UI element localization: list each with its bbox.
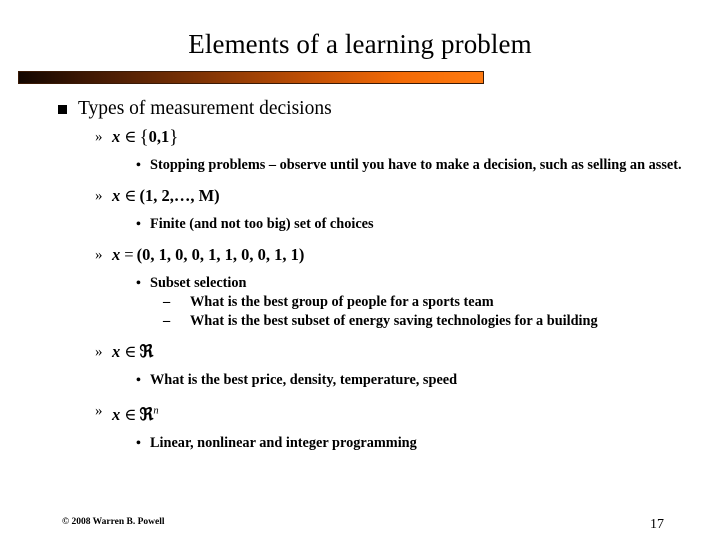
bullet-level2-item-4: » x ∈ ℜn [0, 399, 720, 428]
bullet-level3-label-1-0: Finite (and not too big) set of choices [150, 216, 374, 232]
bullet-level3-item-2-0: • Subset selection [0, 274, 720, 293]
chevron-bullet-icon: » [95, 403, 103, 419]
bullet-level3-label-4-0: Linear, nonlinear and integer programmin… [150, 434, 417, 451]
math-operator-4: ∈ [124, 404, 137, 424]
math-open-delim-0: { [139, 127, 149, 148]
bullet-level1-label: Types of measurement decisions [78, 98, 332, 119]
bullet-level1: Types of measurement decisions [0, 96, 720, 122]
math-expression-2: x = (0, 1, 0, 0, 1, 1, 0, 0, 1, 1) [112, 245, 304, 264]
dot-bullet-icon: • [136, 217, 141, 232]
bullet-level2-item-0: » x ∈ {0,1} [0, 125, 720, 150]
slide-body: Types of measurement decisions » x ∈ {0,1}… [0, 96, 720, 453]
bullet-level4-item-2-0: – What is the best group of people for a… [0, 293, 720, 312]
math-close-delim-0: } [169, 127, 179, 148]
chevron-bullet-icon: » [95, 129, 103, 145]
bullet-level3-item-3-0: • What is the best price, density, tempe… [0, 371, 720, 390]
chevron-bullet-icon: » [95, 344, 103, 360]
bullet-level2-item-1: » x ∈ (1, 2,…, M) [0, 184, 720, 209]
math-variable-0: x [112, 127, 121, 146]
chevron-bullet-icon: » [95, 247, 103, 263]
math-body-4: ℜ [139, 404, 154, 425]
math-body-2: 0, 1, 0, 0, 1, 1, 0, 0, 1, 1 [142, 245, 299, 264]
bullet-level3-item-1-0: • Finite (and not too big) set of choice… [0, 215, 720, 234]
math-body-1: 1, 2,…, M [144, 186, 215, 205]
math-variable-2: x [112, 245, 121, 264]
dash-bullet-icon: – [163, 294, 171, 310]
bullet-level3-label-3-0: What is the best price, density, tempera… [150, 372, 458, 388]
chevron-bullet-icon: » [95, 188, 103, 204]
bullet-level3-label-0-0: Stopping problems – observe until you ha… [150, 157, 682, 173]
math-variable-4: x [112, 404, 121, 424]
bullet-level4-label-2-0: What is the best group of people for a s… [190, 294, 494, 310]
presentation-slide: Elements of a learning problem Types of … [0, 0, 720, 540]
math-operator-0: ∈ [124, 127, 137, 146]
title-underline-gradient-bar [18, 71, 484, 84]
math-operator-1: ∈ [124, 186, 137, 205]
math-close-delim-1: ) [214, 186, 220, 205]
math-superscript-4: n [153, 405, 159, 416]
bullet-level4-label-2-1: What is the best subset of energy saving… [190, 313, 598, 329]
math-operator-2: = [124, 245, 134, 264]
math-operator-3: ∈ [124, 342, 137, 361]
footer-copyright: © 2008 Warren B. Powell [62, 517, 165, 527]
slide-title-block: Elements of a learning problem [0, 28, 720, 60]
math-variable-1: x [112, 186, 121, 205]
bullet-level3-label-2-0: Subset selection [150, 275, 247, 291]
math-expression-0: x ∈ {0,1} [112, 127, 179, 148]
bullet-level2-item-3: » x ∈ ℜ [0, 340, 720, 365]
math-variable-3: x [112, 342, 121, 361]
math-body-0: 0,1 [148, 127, 170, 146]
math-expression-3: x ∈ ℜ [112, 342, 154, 362]
bullet-level3-item-0-0: • Stopping problems – observe until you … [0, 156, 720, 175]
bullet-level4-item-2-1: – What is the best subset of energy savi… [0, 312, 720, 331]
math-expression-1: x ∈ (1, 2,…, M) [112, 186, 220, 205]
dot-bullet-icon: • [136, 276, 141, 291]
dot-bullet-icon: • [136, 435, 141, 451]
dot-bullet-icon: • [136, 158, 141, 173]
square-bullet-icon [58, 105, 67, 114]
page-title: Elements of a learning problem [188, 29, 532, 59]
dot-bullet-icon: • [136, 373, 141, 388]
math-body-3: ℜ [139, 342, 154, 362]
math-expression-4: x ∈ ℜn [112, 404, 159, 425]
bullet-level3-item-4-0: • Linear, nonlinear and integer programm… [0, 434, 720, 453]
bullet-level2-item-2: » x = (0, 1, 0, 0, 1, 1, 0, 0, 1, 1) [0, 243, 720, 268]
footer-page-number: 17 [650, 517, 664, 532]
math-close-delim-2: ) [298, 245, 305, 264]
dash-bullet-icon: – [163, 313, 171, 329]
